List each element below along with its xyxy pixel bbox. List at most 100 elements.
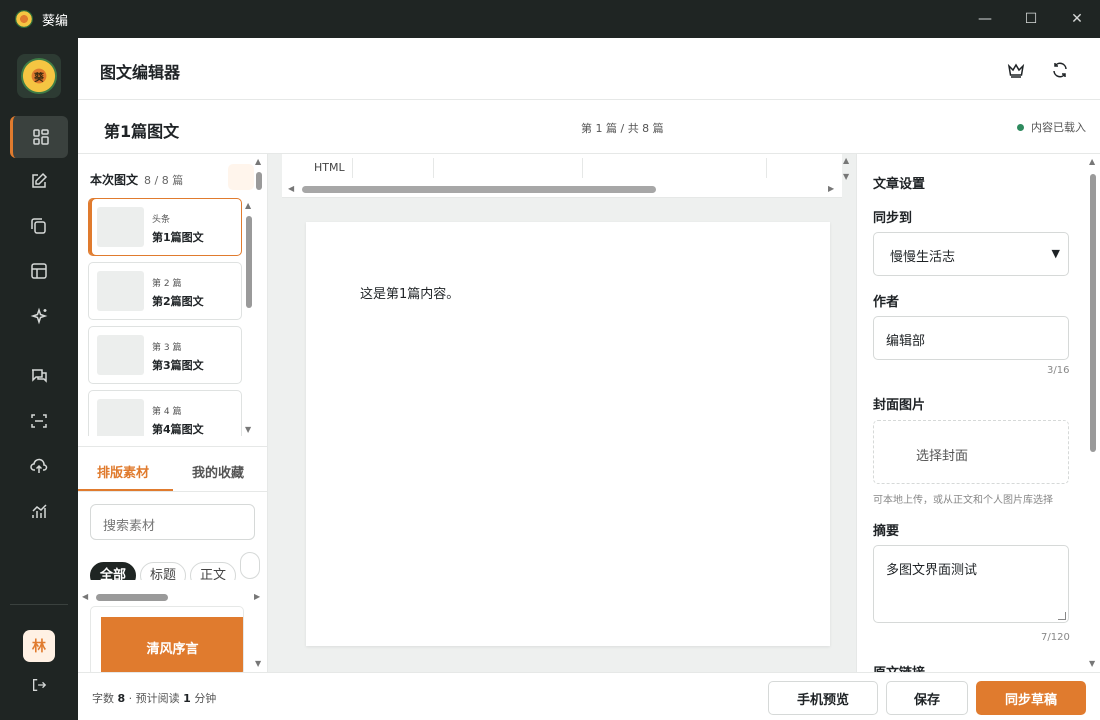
- nav-item-messages[interactable]: [10, 355, 68, 397]
- toolbar-divider: [352, 158, 353, 178]
- sync-target-value: 慢慢生活志: [890, 250, 956, 265]
- article-list-heading: 本次图文 8 / 8 篇: [90, 171, 183, 188]
- scroll-right-arrow[interactable]: ▶: [828, 185, 834, 193]
- grid-icon: [32, 129, 49, 145]
- summary-text: 多图文界面测试: [886, 563, 978, 578]
- tab-materials[interactable]: 排版素材: [97, 462, 149, 481]
- editor-content[interactable]: 这是第1篇内容。: [360, 283, 459, 302]
- scroll-up-arrow[interactable]: ▲: [255, 158, 261, 166]
- premium-button[interactable]: [1004, 58, 1028, 82]
- article-name: 第1篇图文: [152, 231, 204, 244]
- nav-item-layout[interactable]: [10, 250, 68, 292]
- status-text: 内容已载入: [1031, 121, 1086, 134]
- toolbar-scroll-down[interactable]: ▼: [843, 173, 849, 181]
- app-logo-icon: [15, 10, 33, 28]
- html-mode-button[interactable]: HTML: [314, 161, 345, 174]
- analytics-icon: [32, 504, 47, 518]
- mobile-preview-button[interactable]: 手机预览: [768, 681, 878, 715]
- scroll-down-arrow[interactable]: ▼: [245, 426, 251, 434]
- minimize-button[interactable]: —: [962, 0, 1008, 38]
- chip-body[interactable]: 正文: [190, 562, 237, 580]
- scroll-down-arrow[interactable]: ▼: [255, 660, 261, 668]
- scroll-up-arrow[interactable]: ▲: [1089, 158, 1095, 166]
- panel-divider: [78, 446, 268, 447]
- editor-toolbar: HTML ◀ ▶: [282, 154, 842, 198]
- scroll-thumb[interactable]: [256, 172, 262, 190]
- sunflower-logo: 葵: [17, 54, 61, 98]
- editor-page[interactable]: 这是第1篇内容。: [306, 222, 830, 646]
- toolbar-divider: [433, 158, 434, 178]
- material-card[interactable]: 清风序言: [90, 606, 244, 676]
- sync-target-select[interactable]: 慢慢生活志 ▼: [873, 232, 1069, 276]
- sync-draft-button[interactable]: 同步草稿: [976, 681, 1086, 715]
- scroll-down-arrow[interactable]: ▼: [1089, 660, 1095, 668]
- nav-item-ai[interactable]: [10, 295, 68, 337]
- nav-item-scan[interactable]: [10, 400, 68, 442]
- author-field[interactable]: 编辑部: [873, 316, 1069, 360]
- article-tag: 第 3 篇: [152, 343, 182, 353]
- article-item-1[interactable]: 头条 第1篇图文: [88, 198, 242, 256]
- nav-item-dashboard[interactable]: [10, 116, 68, 158]
- resize-handle[interactable]: [1058, 612, 1066, 620]
- nav-item-edit[interactable]: [10, 160, 68, 202]
- logout-button[interactable]: [10, 664, 68, 706]
- left-panel-scrollbar[interactable]: ▲ ▼: [254, 156, 264, 670]
- title-bar: 葵编 — ☐ ✕: [0, 0, 1100, 38]
- article-item-3[interactable]: 第 3 篇 第3篇图文: [88, 326, 242, 384]
- read-time-unit: 分钟: [194, 692, 217, 705]
- settings-scrollbar[interactable]: ▲ ▼: [1088, 156, 1098, 670]
- summary-field[interactable]: 多图文界面测试: [873, 545, 1069, 623]
- article-thumbnail: [97, 335, 144, 375]
- rail-divider: [10, 604, 68, 605]
- word-count: 8: [117, 692, 126, 705]
- editor-area: HTML ◀ ▶ ▲ ▼ 这是第1篇内容。: [268, 154, 856, 672]
- toolbar-scroll-up[interactable]: ▲: [843, 157, 849, 165]
- layout-icon: [31, 263, 47, 279]
- toolbar-divider: [582, 158, 583, 178]
- maximize-button[interactable]: ☐: [1008, 0, 1054, 38]
- nav-item-upload[interactable]: [10, 445, 68, 487]
- load-status: 内容已载入: [1017, 119, 1086, 135]
- material-search-input[interactable]: 搜索素材: [90, 504, 255, 540]
- author-char-count: 3/16: [1047, 365, 1070, 376]
- chip-all[interactable]: 全部: [90, 562, 137, 580]
- author-label: 作者: [873, 295, 900, 310]
- cloud-upload-icon: [30, 458, 48, 473]
- toolbar-scroll-thumb[interactable]: [302, 186, 656, 193]
- document-bar: 第1篇图文 第 1 篇 / 共 8 篇 内容已载入: [78, 100, 1100, 154]
- scroll-left-arrow[interactable]: ◀: [288, 185, 294, 193]
- summary-char-count: 7/120: [1041, 632, 1070, 643]
- article-item-2[interactable]: 第 2 篇 第2篇图文: [88, 262, 242, 320]
- scroll-thumb[interactable]: [1090, 174, 1096, 452]
- article-count: 8 / 8 篇: [144, 174, 184, 187]
- article-list-scrollbar[interactable]: ▲ ▼: [244, 200, 254, 436]
- sparkle-icon: [30, 307, 48, 325]
- choose-cover-button[interactable]: 选择封面: [873, 420, 1069, 484]
- tab-favorites[interactable]: 我的收藏: [192, 462, 244, 481]
- refresh-icon: [1053, 62, 1067, 78]
- nav-item-analytics[interactable]: [10, 490, 68, 532]
- article-thumbnail: [97, 399, 144, 436]
- article-item-4[interactable]: 第 4 篇 第4篇图文: [88, 390, 242, 436]
- editor-footer: 字数 8 · 预计阅读 1 分钟 手机预览 保存 同步草稿: [78, 672, 1100, 720]
- scroll-thumb[interactable]: [246, 216, 252, 308]
- save-button[interactable]: 保存: [886, 681, 968, 715]
- refresh-button[interactable]: [1048, 58, 1072, 82]
- category-chips: 全部 标题 正文: [90, 552, 268, 580]
- add-article-button[interactable]: [228, 164, 254, 190]
- read-time-label: · 预计阅读: [128, 692, 180, 705]
- logo-text: 葵: [34, 72, 44, 84]
- app-name: 葵编: [42, 13, 69, 29]
- article-list-title: 本次图文: [90, 173, 139, 187]
- sync-target-label: 同步到: [873, 211, 913, 226]
- scroll-thumb[interactable]: [96, 594, 168, 601]
- scroll-up-arrow[interactable]: ▲: [245, 202, 251, 210]
- material-banner: 清风序言: [101, 617, 243, 675]
- chip-title[interactable]: 标题: [140, 562, 187, 580]
- user-avatar[interactable]: 林: [23, 630, 55, 662]
- chips-scrollbar[interactable]: ◀ ▶: [82, 592, 264, 602]
- window-controls: — ☐ ✕: [962, 0, 1100, 38]
- close-button[interactable]: ✕: [1054, 0, 1100, 38]
- nav-item-copy[interactable]: [10, 205, 68, 247]
- scroll-left-arrow[interactable]: ◀: [82, 593, 88, 601]
